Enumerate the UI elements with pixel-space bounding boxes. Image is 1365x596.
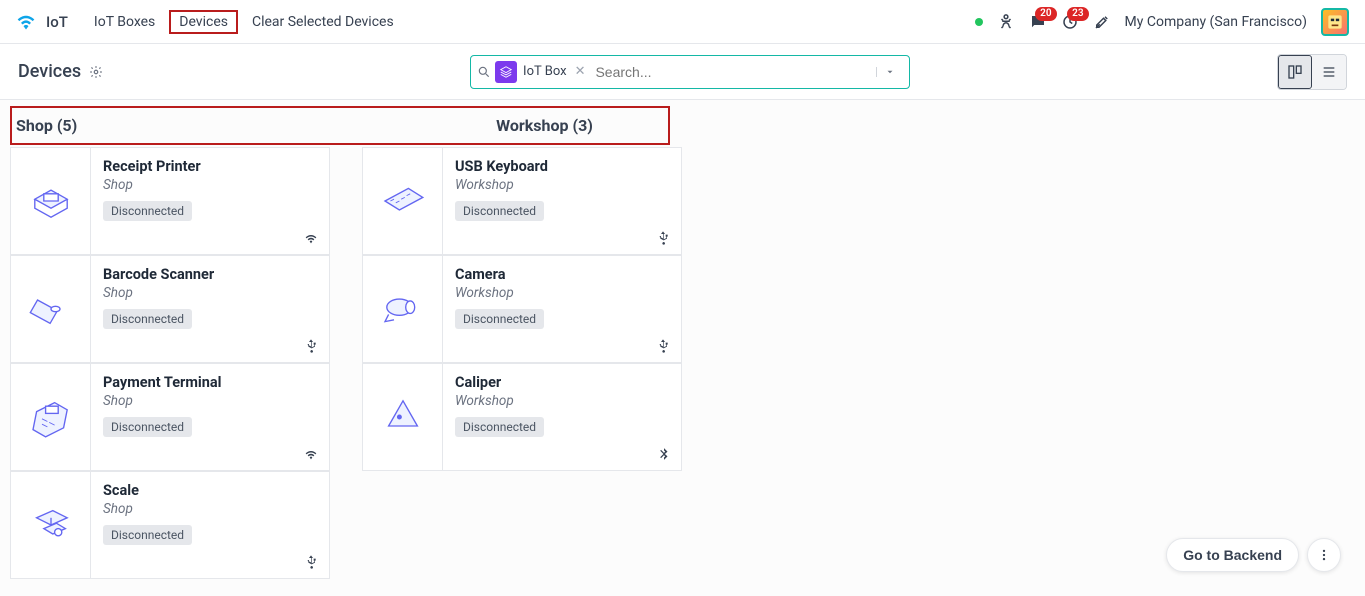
- device-icon-keyboard: [363, 148, 443, 254]
- kanban-view-button[interactable]: [1278, 55, 1312, 89]
- chip-label: IoT Box: [523, 64, 567, 79]
- device-name: Scale: [103, 482, 317, 499]
- device-icon-scanner: [11, 256, 91, 362]
- device-location: Workshop: [455, 285, 669, 301]
- tools-icon[interactable]: [1093, 13, 1111, 31]
- control-bar: Devices IoT Box ✕: [0, 44, 1365, 100]
- user-avatar[interactable]: [1321, 8, 1349, 36]
- device-status-pill: Disconnected: [103, 417, 192, 437]
- device-name: Camera: [455, 266, 669, 283]
- nav-clear-selected[interactable]: Clear Selected Devices: [242, 10, 404, 34]
- search-icon: [477, 65, 491, 79]
- device-status-pill: Disconnected: [103, 309, 192, 329]
- device-card[interactable]: Barcode Scanner Shop Disconnected: [10, 255, 330, 363]
- wifi-icon: [303, 446, 319, 462]
- floating-actions: Go to Backend: [1166, 538, 1341, 572]
- device-name: USB Keyboard: [455, 158, 669, 175]
- device-status-pill: Disconnected: [455, 417, 544, 437]
- search-box[interactable]: IoT Box ✕: [470, 55, 910, 89]
- bluetooth-icon: [657, 446, 671, 462]
- usb-icon: [303, 338, 319, 354]
- company-selector[interactable]: My Company (San Francisco): [1125, 14, 1307, 30]
- nav-iot-boxes[interactable]: IoT Boxes: [84, 10, 165, 34]
- device-card[interactable]: Scale Shop Disconnected: [10, 471, 330, 579]
- page-title: Devices: [18, 61, 81, 82]
- device-location: Shop: [103, 285, 317, 301]
- device-location: Workshop: [455, 393, 669, 409]
- device-name: Payment Terminal: [103, 374, 317, 391]
- go-to-backend-button[interactable]: Go to Backend: [1166, 538, 1299, 572]
- device-status-pill: Disconnected: [103, 201, 192, 221]
- chip-remove[interactable]: ✕: [571, 64, 590, 79]
- kanban-column-workshop: USB Keyboard Workshop Disconnected Camer…: [362, 147, 682, 579]
- list-view-button[interactable]: [1312, 55, 1346, 89]
- debug-icon[interactable]: [997, 13, 1015, 31]
- usb-icon: [655, 338, 671, 354]
- group-header-workshop[interactable]: Workshop (3): [367, 108, 722, 143]
- search-filter-chip: IoT Box ✕: [495, 61, 589, 83]
- group-header-shop[interactable]: Shop (5): [12, 108, 367, 143]
- device-icon-camera: [363, 256, 443, 362]
- settings-gear-icon[interactable]: [89, 65, 103, 79]
- top-nav-bar: IoT IoT Boxes Devices Clear Selected Dev…: [0, 0, 1365, 44]
- device-name: Caliper: [455, 374, 669, 391]
- device-status-pill: Disconnected: [455, 309, 544, 329]
- device-card[interactable]: Payment Terminal Shop Disconnected: [10, 363, 330, 471]
- kanban-content: Shop (5) Workshop (3) Receipt Printer Sh…: [0, 100, 1365, 596]
- app-logo-icon: [16, 12, 36, 32]
- device-location: Workshop: [455, 177, 669, 193]
- device-icon-scale: [11, 472, 91, 578]
- device-icon-printer: [11, 148, 91, 254]
- layers-icon: [495, 61, 517, 83]
- kanban-column-shop: Receipt Printer Shop Disconnected Barcod…: [10, 147, 330, 579]
- search-input[interactable]: [589, 64, 876, 80]
- device-location: Shop: [103, 177, 317, 193]
- view-switcher: [1277, 54, 1347, 90]
- search-dropdown-toggle[interactable]: [876, 67, 903, 77]
- device-name: Receipt Printer: [103, 158, 317, 175]
- usb-icon: [655, 230, 671, 246]
- device-name: Barcode Scanner: [103, 266, 317, 283]
- usb-icon: [303, 554, 319, 570]
- nav-devices[interactable]: Devices: [169, 10, 238, 34]
- device-icon-terminal: [11, 364, 91, 470]
- activities-icon[interactable]: 23: [1061, 13, 1079, 31]
- group-headers-highlight: Shop (5) Workshop (3): [10, 106, 670, 145]
- device-card[interactable]: Caliper Workshop Disconnected: [362, 363, 682, 471]
- wifi-icon: [303, 230, 319, 246]
- activities-badge: 23: [1067, 7, 1088, 21]
- device-icon-caliper: [363, 364, 443, 470]
- device-card[interactable]: Receipt Printer Shop Disconnected: [10, 147, 330, 255]
- app-name: IoT: [46, 13, 68, 31]
- device-status-pill: Disconnected: [455, 201, 544, 221]
- more-actions-button[interactable]: [1307, 538, 1341, 572]
- device-card[interactable]: Camera Workshop Disconnected: [362, 255, 682, 363]
- messages-icon[interactable]: 20: [1029, 13, 1047, 31]
- device-card[interactable]: USB Keyboard Workshop Disconnected: [362, 147, 682, 255]
- messages-badge: 20: [1035, 7, 1056, 21]
- presence-indicator: [975, 18, 983, 26]
- device-location: Shop: [103, 393, 317, 409]
- device-location: Shop: [103, 501, 317, 517]
- device-status-pill: Disconnected: [103, 525, 192, 545]
